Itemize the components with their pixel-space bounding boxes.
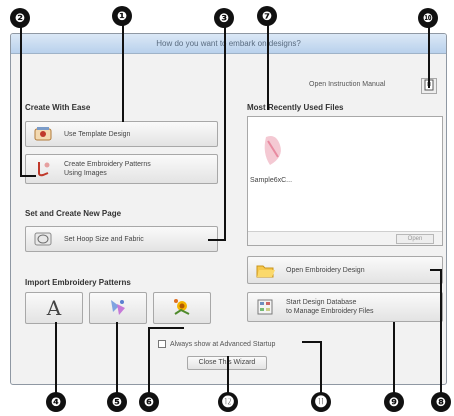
callout-5: ❺ <box>107 392 127 412</box>
open-embroidery-design-button[interactable]: Open Embroidery Design <box>247 256 443 284</box>
leader-8b <box>430 269 442 271</box>
leader-1 <box>122 24 124 122</box>
create-pattern-label-line2: Using Images <box>64 170 107 177</box>
wizard-dialog: How do you want to embark on designs? Cr… <box>10 33 447 385</box>
flower-image-icon <box>171 296 193 320</box>
embroidery-pattern-icon <box>107 296 129 320</box>
callout-10: ❿ <box>418 8 438 28</box>
set-page-heading: Set and Create New Page <box>25 209 122 218</box>
leader-2b <box>20 175 36 177</box>
window-title: How do you want to embark on designs? <box>156 39 301 48</box>
font-a-icon: A <box>46 296 62 320</box>
use-template-label: Use Template Design <box>64 130 131 138</box>
leader-11 <box>320 342 322 394</box>
create-pattern-label: Create Embroidery Patterns Using Images <box>64 160 151 178</box>
use-template-button[interactable]: Use Template Design <box>25 121 218 147</box>
callout-9: ❾ <box>384 392 404 412</box>
callout-8: ❽ <box>431 392 451 412</box>
open-manual-label: Open Instruction Manual <box>309 81 386 88</box>
callout-3: ❸ <box>214 8 234 28</box>
leader-6 <box>148 328 150 394</box>
create-pattern-from-image-button[interactable]: Create Embroidery Patterns Using Images <box>25 154 218 184</box>
import-pattern-button[interactable] <box>89 292 147 324</box>
create-with-ease-heading: Create With Ease <box>25 103 91 112</box>
leader-7 <box>267 24 269 110</box>
design-database-button[interactable]: Start Design Database to Manage Embroide… <box>247 292 443 322</box>
design-database-label-line1: Start Design Database <box>286 299 357 306</box>
leader-2 <box>20 26 22 176</box>
set-hoop-size-button[interactable]: Set Hoop Size and Fabric <box>25 226 218 252</box>
set-hoop-size-label: Set Hoop Size and Fabric <box>64 235 144 243</box>
leader-6b <box>148 327 184 329</box>
leader-9 <box>393 322 395 394</box>
leader-3 <box>224 26 226 240</box>
leader-3b <box>208 239 226 241</box>
create-pattern-label-line1: Create Embroidery Patterns <box>64 161 151 168</box>
open-folder-icon <box>254 259 276 281</box>
import-heading: Import Embroidery Patterns <box>25 278 131 287</box>
leader-5 <box>116 322 118 394</box>
open-recent-button[interactable]: Open <box>396 234 434 244</box>
leader-8 <box>440 270 442 394</box>
recent-file-thumbnail-icon <box>258 131 288 173</box>
hoop-icon <box>32 228 54 250</box>
import-image-button[interactable] <box>153 292 211 324</box>
leader-11b <box>302 341 322 343</box>
callout-12: ⓬ <box>218 392 238 412</box>
recent-files-heading: Most Recently Used Files <box>247 103 344 112</box>
callout-4: ❹ <box>46 392 66 412</box>
design-database-label: Start Design Database to Manage Embroide… <box>286 298 374 316</box>
recent-files-footer: Open <box>248 231 442 245</box>
leader-10 <box>428 26 430 88</box>
recent-file-item[interactable]: Sample6xC... <box>250 177 292 184</box>
title-bar: How do you want to embark on designs? <box>11 34 446 54</box>
callout-1: ❶ <box>112 6 132 26</box>
callout-11: ⓫ <box>311 392 331 412</box>
advanced-startup-option[interactable]: Always show at Advanced Startup <box>158 340 275 348</box>
leader-12 <box>227 356 229 394</box>
recent-files-list[interactable]: Sample6xC... Open <box>247 116 443 246</box>
import-font-button[interactable]: A <box>25 292 83 324</box>
advanced-startup-checkbox[interactable] <box>158 340 166 348</box>
callout-7: ❼ <box>257 6 277 26</box>
database-icon <box>254 296 276 318</box>
template-icon <box>32 123 54 145</box>
design-database-label-line2: to Manage Embroidery Files <box>286 308 374 315</box>
leader-4 <box>55 322 57 394</box>
callout-2: ❷ <box>10 8 30 28</box>
open-embroidery-design-label: Open Embroidery Design <box>286 266 365 274</box>
advanced-startup-label: Always show at Advanced Startup <box>170 340 276 348</box>
callout-6: ❻ <box>139 392 159 412</box>
